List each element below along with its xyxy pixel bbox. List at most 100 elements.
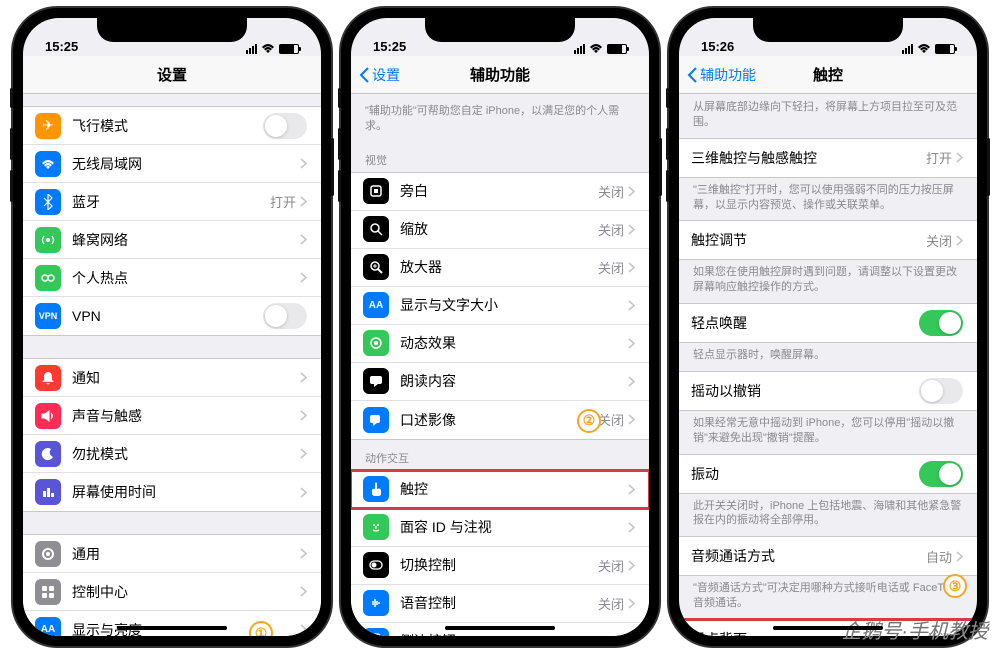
notch	[97, 18, 247, 42]
notch	[753, 18, 903, 42]
textsize-icon: AA	[363, 292, 389, 318]
battery-icon	[607, 44, 627, 54]
row-screentime[interactable]: 屏幕使用时间	[23, 473, 321, 511]
sounds-icon	[35, 403, 61, 429]
chevron-right-icon	[300, 372, 307, 383]
row-sounds[interactable]: 声音与触感	[23, 397, 321, 435]
accommodations-note: 如果您在使用触控屏时遇到问题，请调整以下设置更改屏幕响应触控操作的方式。	[679, 260, 977, 303]
status-time: 15:26	[701, 39, 734, 54]
row-textsize[interactable]: AA显示与文字大小	[351, 287, 649, 325]
chevron-right-icon	[628, 300, 635, 311]
page-title: 设置	[157, 64, 187, 85]
row-cellular[interactable]: 蜂窝网络	[23, 221, 321, 259]
touch-list[interactable]: 从屏幕底部边缘向下轻扫，将屏幕上方项目拉至可及范围。 三维触控与触感触控打开 "…	[679, 94, 977, 636]
row-vibration[interactable]: 振动	[679, 455, 977, 493]
bluetooth-icon	[35, 189, 61, 215]
vpn-toggle[interactable]	[263, 303, 307, 329]
page-title: 触控	[813, 64, 843, 85]
phone-frame-3: 15:26 辅助功能 触控 从屏幕底部边缘向下轻扫，将屏幕上方项目拉至可及范围。…	[669, 8, 987, 646]
shake-toggle[interactable]	[919, 378, 963, 404]
gear-icon	[35, 541, 61, 567]
row-touch[interactable]: 触控	[351, 471, 649, 509]
haptic-note: "三维触控"打开时，您可以使用强弱不同的压力按压屏幕，以显示内容预览、操作或关联…	[679, 178, 977, 221]
magnifier-icon	[363, 254, 389, 280]
row-voicecontrol[interactable]: 语音控制关闭	[351, 585, 649, 623]
chevron-right-icon	[300, 624, 307, 635]
shake-note: 如果经常无意中摇动到 iPhone，您可以停用"摇动以撤销"来避免出现"撤销"提…	[679, 411, 977, 454]
chevron-right-icon	[956, 235, 963, 246]
chevron-right-icon	[628, 484, 635, 495]
row-zoom[interactable]: 缩放关闭	[351, 211, 649, 249]
status-time: 15:25	[45, 39, 78, 54]
reachability-note: 从屏幕底部边缘向下轻扫，将屏幕上方项目拉至可及范围。	[679, 94, 977, 138]
phone-frame-2: 15:25 设置 辅助功能 "辅助功能"可帮助您自定 iPhone，以满足您的个…	[341, 8, 659, 646]
vibration-note: 此开关关闭时，iPhone 上包括地震、海啸和其他紧急警报在内的振动将全部停用。	[679, 494, 977, 537]
vision-header: 视觉	[351, 142, 649, 172]
row-haptic[interactable]: 三维触控与触感触控打开	[679, 139, 977, 177]
voicecontrol-icon	[363, 590, 389, 616]
airplane-toggle[interactable]	[263, 113, 307, 139]
vibration-toggle[interactable]	[919, 461, 963, 487]
row-general[interactable]: 通用	[23, 535, 321, 573]
chevron-right-icon	[628, 262, 635, 273]
row-bluetooth[interactable]: 蓝牙打开	[23, 183, 321, 221]
home-indicator[interactable]	[117, 626, 227, 630]
row-shake[interactable]: 摇动以撤销	[679, 372, 977, 410]
home-indicator[interactable]	[445, 626, 555, 630]
dnd-icon	[35, 441, 61, 467]
badge-2: ②	[577, 409, 601, 433]
phone-frame-1: 15:25 设置 ✈飞行模式 无线局域网 蓝牙打开 蜂窝网络 个人热点 VPNV…	[13, 8, 331, 646]
motion-icon	[363, 330, 389, 356]
battery-icon	[279, 44, 299, 54]
screentime-icon	[35, 479, 61, 505]
wifi-icon	[261, 43, 275, 54]
row-voiceover[interactable]: 旁白关闭	[351, 173, 649, 211]
wifi-icon	[35, 151, 61, 177]
row-callaudio[interactable]: 音频通话方式自动	[679, 537, 977, 575]
faceid-icon	[363, 514, 389, 540]
row-control-center[interactable]: 控制中心	[23, 573, 321, 611]
signal-icon	[902, 44, 913, 54]
notch	[425, 18, 575, 42]
navbar: 设置	[23, 56, 321, 94]
badge-3: ③	[943, 574, 967, 598]
back-button[interactable]: 辅助功能	[687, 65, 756, 85]
row-faceid[interactable]: 面容 ID 与注视	[351, 509, 649, 547]
row-wifi[interactable]: 无线局域网	[23, 145, 321, 183]
row-switch[interactable]: 切换控制关闭	[351, 547, 649, 585]
row-audiodesc[interactable]: ② 口述影像关闭	[351, 401, 649, 439]
chevron-right-icon	[628, 186, 635, 197]
row-magnifier[interactable]: 放大器关闭	[351, 249, 649, 287]
row-notifications[interactable]: 通知	[23, 359, 321, 397]
row-hotspot[interactable]: 个人热点	[23, 259, 321, 297]
chevron-right-icon	[628, 224, 635, 235]
chevron-right-icon	[300, 448, 307, 459]
navbar: 设置 辅助功能	[351, 56, 649, 94]
row-display[interactable]: AA显示与亮度	[23, 611, 321, 636]
sidebutton-icon	[363, 628, 389, 636]
settings-list[interactable]: ✈飞行模式 无线局域网 蓝牙打开 蜂窝网络 个人热点 VPNVPN 通知 声音与…	[23, 94, 321, 636]
chevron-right-icon	[956, 633, 963, 636]
back-button[interactable]: 设置	[359, 65, 400, 85]
audiodesc-icon	[363, 407, 389, 433]
voiceover-icon	[363, 178, 389, 204]
chevron-right-icon	[300, 487, 307, 498]
row-tapwake[interactable]: 轻点唤醒	[679, 304, 977, 342]
row-vpn[interactable]: VPNVPN	[23, 297, 321, 335]
row-motion[interactable]: 动态效果	[351, 325, 649, 363]
row-spoken[interactable]: 朗读内容	[351, 363, 649, 401]
chevron-right-icon	[628, 598, 635, 609]
home-indicator[interactable]	[773, 626, 883, 630]
row-accommodations[interactable]: 触控调节关闭	[679, 221, 977, 259]
chevron-right-icon	[300, 234, 307, 245]
vpn-icon: VPN	[35, 303, 61, 329]
row-airplane[interactable]: ✈飞行模式	[23, 107, 321, 145]
tapwake-toggle[interactable]	[919, 310, 963, 336]
status-time: 15:25	[373, 39, 406, 54]
tapwake-note: 轻点显示器时，唤醒屏幕。	[679, 343, 977, 371]
row-dnd[interactable]: 勿扰模式	[23, 435, 321, 473]
accessibility-list[interactable]: "辅助功能"可帮助您自定 iPhone，以满足您的个人需求。 视觉 旁白关闭 缩…	[351, 94, 649, 636]
chevron-right-icon	[300, 158, 307, 169]
battery-icon	[935, 44, 955, 54]
signal-icon	[574, 44, 585, 54]
